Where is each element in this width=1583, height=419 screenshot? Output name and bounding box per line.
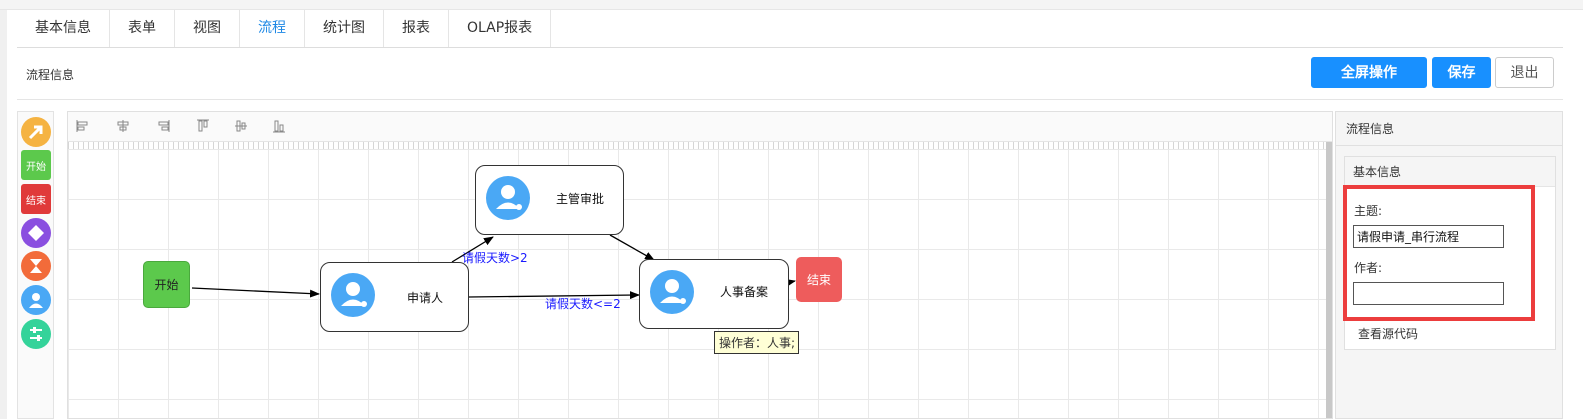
top-strip [0,0,1583,10]
left-edge [0,10,7,419]
save-button[interactable]: 保存 [1432,57,1491,88]
end-node-tool[interactable]: 结束 [21,184,51,214]
page-title: 流程信息 [26,68,75,82]
hourglass-icon[interactable] [21,251,51,281]
start-tool-label: 开始 [26,161,46,173]
tab-form[interactable]: 表单 [110,10,175,47]
user-avatar-icon [486,176,530,220]
user-avatar-icon [331,273,375,317]
process-info-bar: 流程信息 全屏操作 保存 退出 [17,48,1563,100]
user-avatar-icon [650,270,694,314]
hr-label: 人事备案 [720,285,769,299]
end-tool-label: 结束 [26,195,46,207]
decision-diamond-icon[interactable] [21,218,51,248]
tab-process[interactable]: 流程 [240,10,305,47]
exit-button[interactable]: 退出 [1495,57,1554,88]
operator-tooltip: 操作者：人事; [714,331,799,354]
view-source-link[interactable]: 查看源代码 [1358,325,1418,342]
user-task-icon[interactable] [21,285,51,315]
fullscreen-button[interactable]: 全屏操作 [1311,57,1427,88]
tab-report[interactable]: 报表 [384,10,449,47]
settings-slider-icon[interactable] [21,319,51,349]
applicant-label: 申请人 [407,291,444,305]
flow-canvas[interactable]: 开始 申请人 主管审批 人事备案 结束 请假天数>2 请假天数<=2 操作者：人… [67,111,1333,419]
start-node-tool[interactable]: 开始 [21,150,51,180]
supervisor-node[interactable]: 主管审批 [475,165,624,235]
applicant-node[interactable]: 申请人 [320,262,469,332]
supervisor-label: 主管审批 [556,192,605,206]
tab-basic-info[interactable]: 基本信息 [17,10,110,47]
tab-chart[interactable]: 统计图 [305,10,384,47]
node-palette: 开始 结束 [17,111,54,419]
end-node[interactable]: 结束 [796,257,842,302]
edge-label-le2: 请假天数<=2 [545,297,621,311]
panel-title: 流程信息 [1336,112,1562,146]
tab-olap-report[interactable]: OLAP报表 [449,10,552,47]
tab-bar: 基本信息 表单 视图 流程 统计图 报表 OLAP报表 [17,10,1563,48]
start-node[interactable]: 开始 [143,261,190,308]
hr-node[interactable]: 人事备案 [639,259,789,329]
edge-supervisor-hr[interactable] [609,234,655,261]
edge-label-gt2: 请假天数>2 [462,251,528,265]
canvas-scrollbar[interactable] [1326,142,1332,418]
section-title: 基本信息 [1345,157,1555,187]
edge-start-applicant[interactable] [191,287,320,298]
arrow-tool-icon[interactable] [21,117,51,147]
highlight-box [1343,185,1535,321]
tab-view[interactable]: 视图 [175,10,240,47]
